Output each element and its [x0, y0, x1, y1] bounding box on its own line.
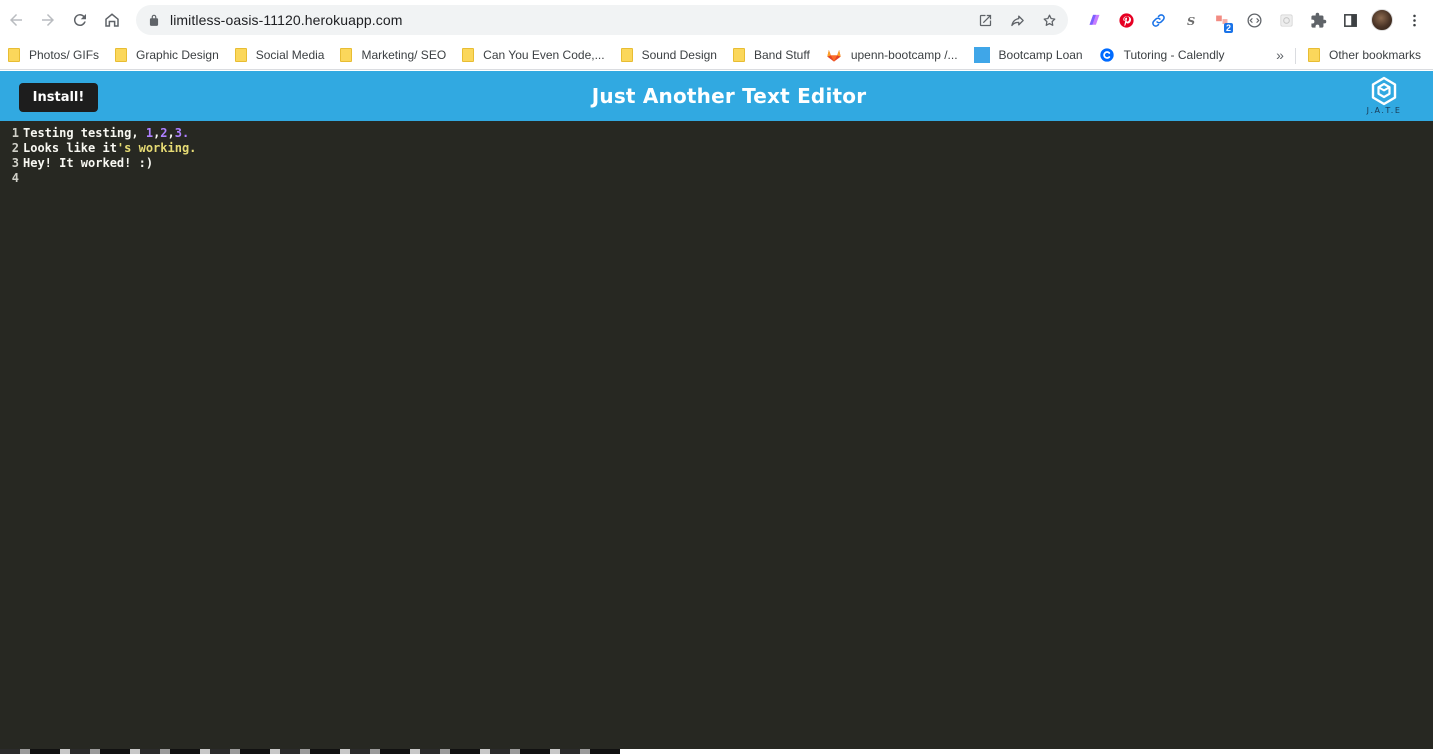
code-token: 3. — [174, 126, 190, 140]
devtools-extension-icon[interactable] — [1238, 6, 1270, 34]
app-title: Just Another Text Editor — [591, 84, 867, 108]
bookmark-social-media[interactable]: Social Media — [227, 43, 333, 67]
folder-icon — [8, 47, 20, 62]
folder-icon — [340, 47, 353, 62]
menu-button[interactable] — [1398, 6, 1430, 34]
editor-line[interactable]: 4 — [0, 171, 1433, 186]
frame-extension-icon[interactable] — [1270, 6, 1302, 34]
logo-text: J.A.T.E — [1366, 106, 1402, 115]
code-token: 1 — [145, 126, 154, 140]
gitlab-icon — [827, 49, 841, 62]
svg-text:S: S — [1186, 13, 1194, 27]
bookmark-label: Band Stuff — [753, 47, 810, 62]
bookmark-marketing-seo[interactable]: Marketing/ SEO — [332, 43, 454, 67]
browser-toolbar: limitless-oasis-11120.herokuapp.com S 2 — [0, 0, 1433, 40]
line-number: 3 — [11, 156, 19, 170]
avatar — [1371, 9, 1393, 31]
bookmark-label: Sound Design — [641, 47, 717, 62]
link-extension-icon[interactable] — [1142, 6, 1174, 34]
pinterest-icon[interactable] — [1110, 6, 1142, 34]
code-token: Hey! It worked! :) — [23, 156, 154, 170]
bookmark-other-bookmarks[interactable]: Other bookmarks — [1300, 43, 1429, 67]
bookmark-label: Marketing/ SEO — [361, 47, 447, 62]
code-token: Looks like it — [23, 141, 117, 155]
gradient-extension-icon[interactable] — [1078, 6, 1110, 34]
line-content[interactable]: Hey! It worked! :) — [23, 156, 153, 171]
line-number: 4 — [11, 171, 19, 185]
bookmark-photos-gifs[interactable]: Photos/ GIFs — [0, 43, 107, 67]
bookmark-label: Bootcamp Loan — [998, 47, 1083, 62]
bookmarks-bar: Photos/ GIFs Graphic Design Social Media… — [0, 40, 1433, 70]
reload-button[interactable] — [66, 6, 94, 34]
line-content[interactable]: Testing testing, 1,2,3. — [23, 126, 189, 141]
puzzle-icon[interactable] — [1302, 6, 1334, 34]
jate-logo-icon — [1371, 76, 1397, 106]
home-button[interactable] — [98, 6, 126, 34]
code-token: 2 — [160, 126, 168, 140]
open-in-app-icon[interactable] — [974, 9, 996, 31]
share-icon[interactable] — [1006, 9, 1028, 31]
folder-icon — [732, 47, 745, 62]
back-button[interactable] — [2, 6, 30, 34]
bookmark-graphic-design[interactable]: Graphic Design — [107, 43, 227, 67]
code-token: , — [167, 126, 175, 140]
more-bookmarks-button[interactable]: » — [1270, 44, 1290, 66]
bookmark-sound-design[interactable]: Sound Design — [613, 43, 725, 67]
code-token: Testing testing, — [23, 126, 146, 140]
forward-button[interactable] — [34, 6, 62, 34]
bookmark-band-stuff[interactable]: Band Stuff — [725, 43, 818, 67]
folder-icon — [620, 47, 633, 62]
kebab-menu-icon — [1412, 14, 1416, 26]
profile-button[interactable] — [1366, 6, 1398, 34]
editor-line[interactable]: 3 Hey! It worked! :) — [0, 156, 1433, 171]
bookmark-can-you-even-code[interactable]: Can You Even Code,... — [454, 43, 612, 67]
bookmark-label: Other bookmarks — [1329, 48, 1422, 62]
bookmark-bootcamp-loan[interactable]: Bootcamp Loan — [966, 43, 1091, 67]
bookmark-upenn-bootcamp[interactable]: upenn-bootcamp /... — [818, 43, 966, 67]
jate-logo: J.A.T.E — [1362, 76, 1406, 120]
extensions-row: S 2 — [1078, 6, 1430, 34]
folder-icon — [234, 47, 247, 62]
folder-icon — [462, 47, 475, 62]
lock-icon[interactable] — [147, 13, 161, 27]
line-content[interactable]: Looks like it's working. — [23, 141, 196, 156]
extension-badge: 2 — [1223, 23, 1233, 33]
s-extension-icon[interactable]: S — [1174, 6, 1206, 34]
home-icon — [105, 13, 119, 27]
bookmark-label: Graphic Design — [136, 47, 219, 62]
bookmark-tutoring-calendly[interactable]: Tutoring - Calendly — [1091, 43, 1233, 67]
omnibox-actions — [974, 9, 1060, 31]
editor-line[interactable]: 1 Testing testing, 1,2,3. — [0, 126, 1433, 141]
line-number: 1 — [11, 126, 19, 140]
calendly-icon — [1099, 47, 1114, 62]
code-token: 's working. — [116, 141, 197, 155]
bookmark-label: upenn-bootcamp /... — [850, 47, 958, 62]
back-arrow-icon — [10, 14, 22, 26]
line-number: 2 — [11, 141, 19, 155]
url-text[interactable]: limitless-oasis-11120.herokuapp.com — [170, 12, 403, 28]
bookmark-label: Can You Even Code,... — [483, 47, 605, 62]
address-bar[interactable]: limitless-oasis-11120.herokuapp.com — [136, 5, 1068, 35]
bookmark-star-icon[interactable] — [1038, 9, 1060, 31]
folder-icon — [1308, 48, 1320, 62]
blue-square-icon — [973, 46, 990, 63]
forward-arrow-icon — [42, 14, 54, 26]
bookmark-label: Social Media — [255, 47, 325, 62]
code-editor[interactable]: 1 Testing testing, 1,2,3. 2 Looks like it's… — [0, 121, 1433, 749]
editor-line[interactable]: 2 Looks like it's working. — [0, 141, 1433, 156]
blocker-extension-icon[interactable]: 2 — [1206, 6, 1238, 34]
bookmark-label: Photos/ GIFs — [29, 47, 100, 62]
side-panel-icon[interactable] — [1334, 6, 1366, 34]
bookmark-label: Tutoring - Calendly — [1123, 47, 1225, 62]
reload-icon — [73, 14, 86, 27]
app-header: Install! Just Another Text Editor J.A.T.… — [0, 71, 1433, 121]
desktop-strip — [0, 749, 1433, 754]
bookmarks-divider — [1295, 48, 1296, 64]
folder-icon — [115, 47, 128, 62]
